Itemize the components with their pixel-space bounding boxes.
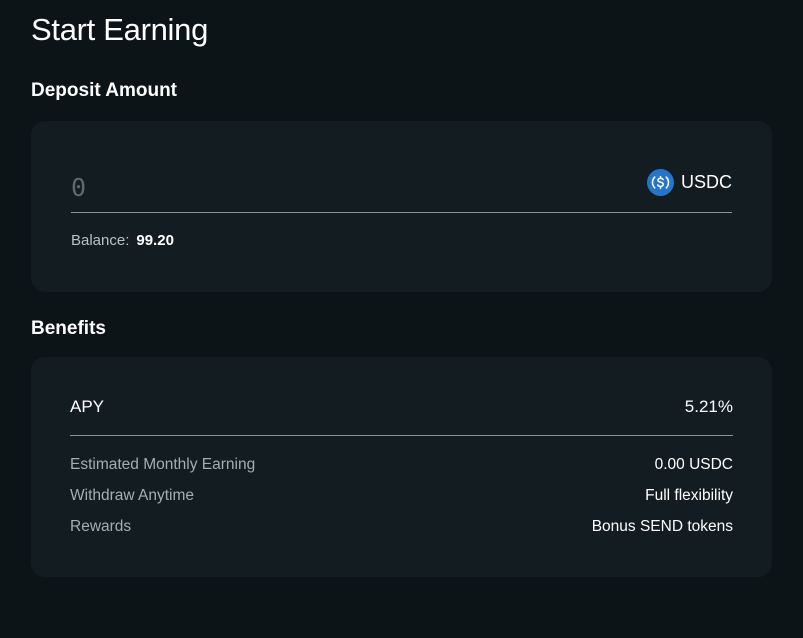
currency-label: USDC [680, 172, 732, 192]
deposit-card: USDC Balance: 99.20 [31, 121, 772, 292]
deposit-amount-heading: Deposit Amount [31, 80, 178, 101]
apy-row: APY 5.21% [70, 397, 733, 436]
benefit-label: Withdraw Anytime [70, 487, 195, 504]
balance-row: Balance: 99.20 [71, 232, 174, 249]
usdc-coin-icon [646, 169, 674, 196]
benefit-value: Bonus SEND tokens [591, 518, 733, 535]
benefits-heading: Benefits [31, 318, 106, 339]
apy-value: 5.21% [684, 397, 733, 416]
balance-label: Balance: [71, 232, 130, 249]
page-title: Start Earning [31, 12, 209, 47]
start-earning-page: Start Earning Deposit Amount USDC Balanc… [0, 0, 803, 638]
apy-label: APY [70, 397, 105, 416]
benefit-value: Full flexibility [645, 487, 733, 504]
benefit-row-withdraw-anytime: Withdraw Anytime Full flexibility [70, 487, 733, 505]
amount-row: USDC [71, 161, 732, 213]
balance-value: 99.20 [136, 232, 174, 249]
benefit-value: 0.00 USDC [654, 456, 733, 473]
benefits-card: APY 5.21% Estimated Monthly Earning 0.00… [31, 357, 772, 577]
benefit-row-estimated-monthly-earning: Estimated Monthly Earning 0.00 USDC [70, 456, 733, 474]
benefit-label: Rewards [70, 518, 132, 535]
benefit-label: Estimated Monthly Earning [70, 456, 256, 473]
currency-selector[interactable]: USDC [646, 169, 732, 196]
benefit-row-rewards: Rewards Bonus SEND tokens [70, 518, 733, 536]
deposit-amount-input[interactable] [71, 167, 591, 207]
